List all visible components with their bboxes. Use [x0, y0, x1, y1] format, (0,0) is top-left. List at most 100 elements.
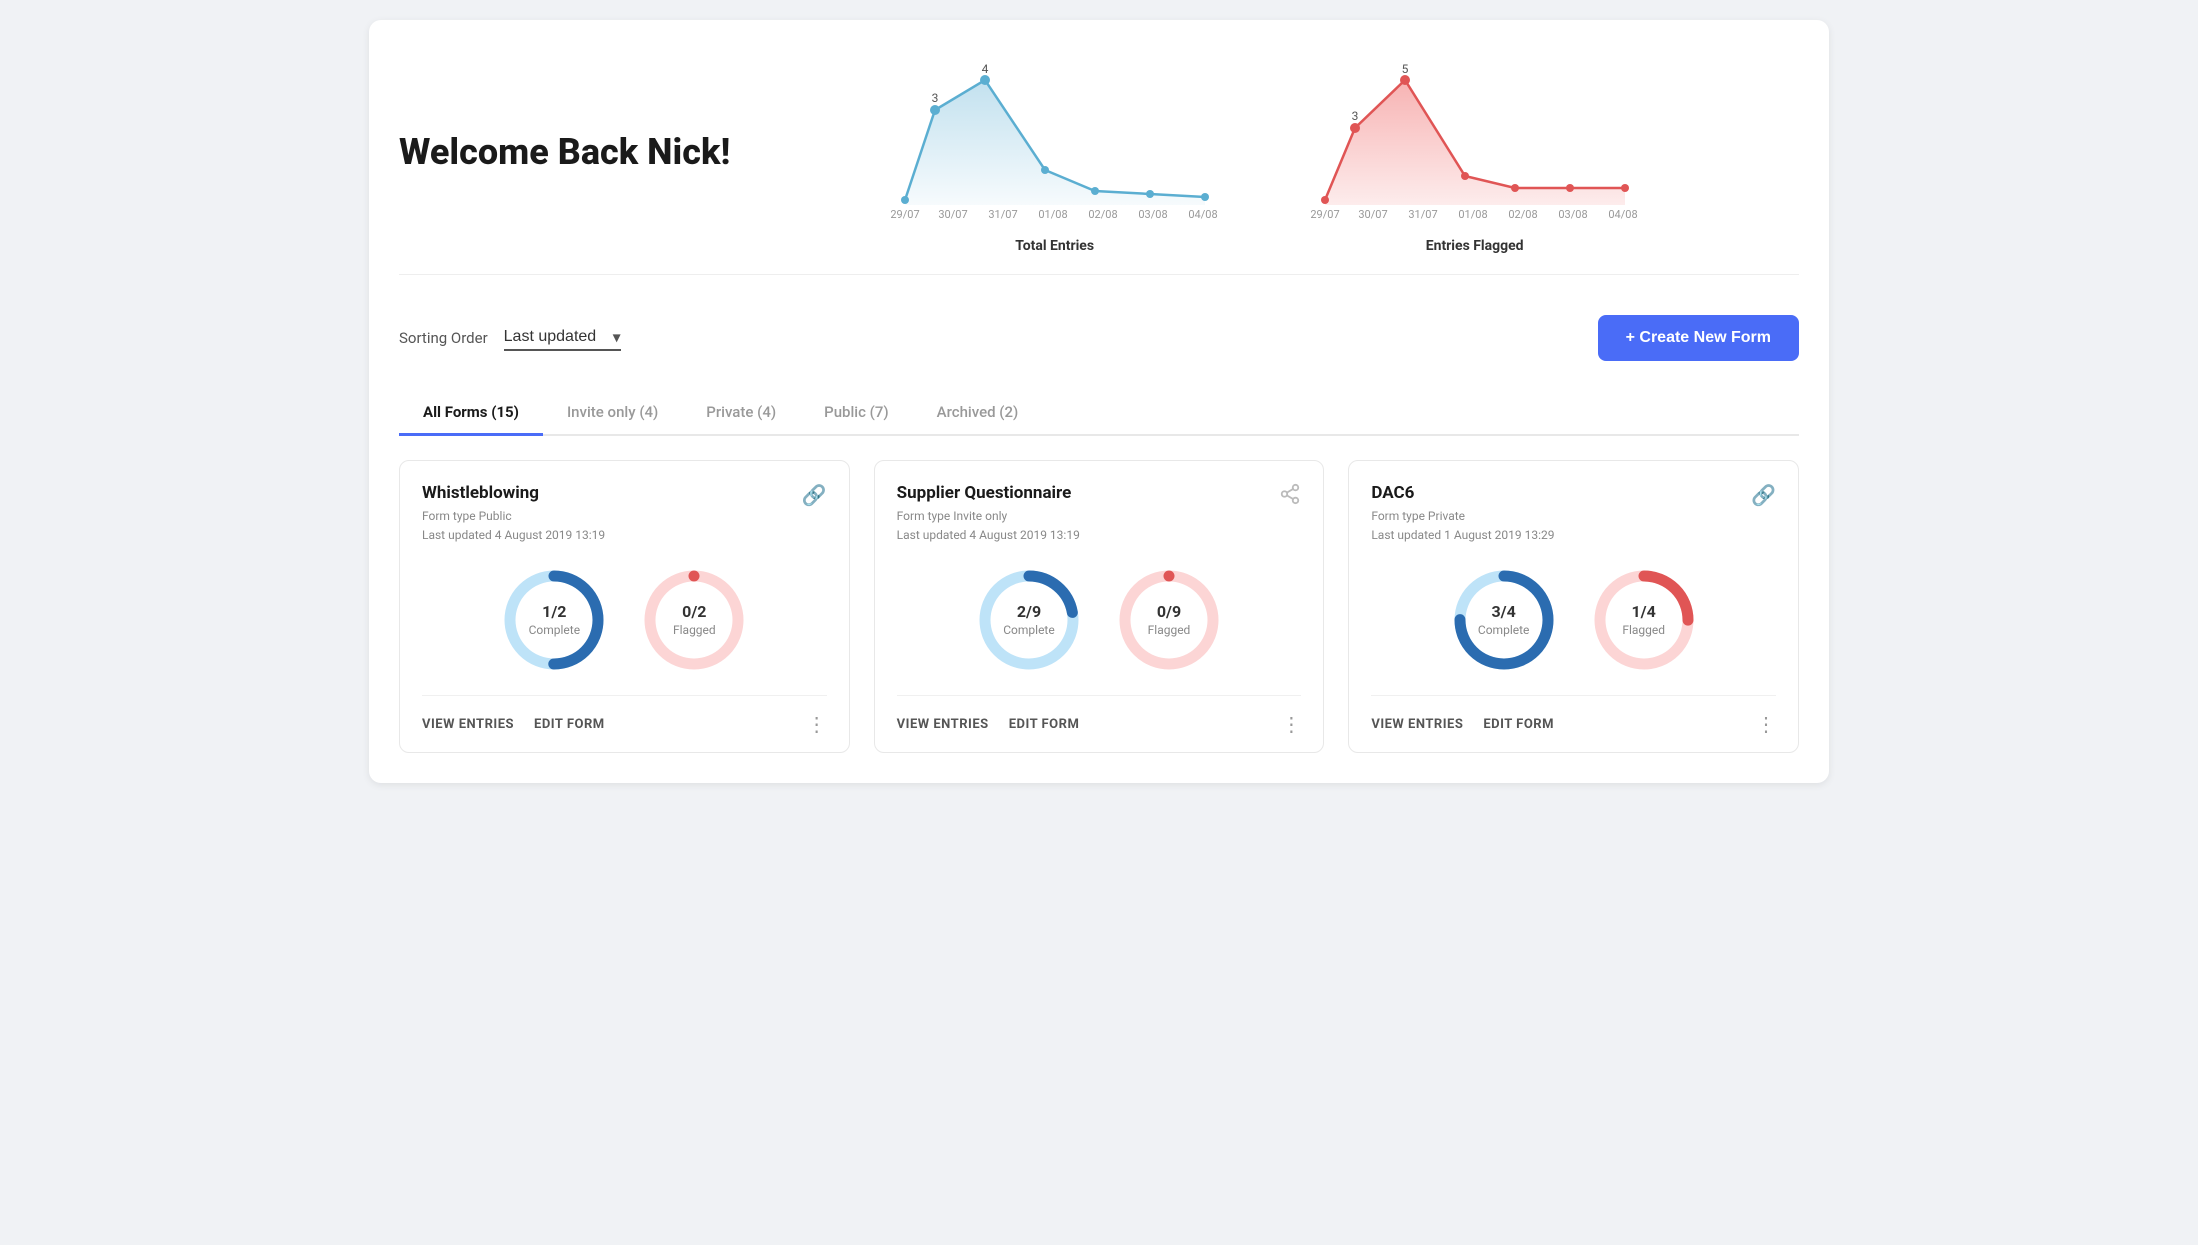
toolbar: Sorting Order Last updated Name Date cre…: [399, 305, 1799, 371]
edit-form-button[interactable]: EDIT FORM: [1009, 717, 1080, 732]
donut-container: 2/9 Complete: [974, 565, 1084, 675]
svg-text:29/07: 29/07: [890, 208, 919, 221]
svg-text:04/08: 04/08: [1188, 208, 1217, 221]
link-icon[interactable]: 🔗: [1751, 483, 1776, 507]
svg-text:02/08: 02/08: [1088, 208, 1117, 221]
donut-text: Flagged: [1148, 623, 1191, 639]
edit-form-button[interactable]: EDIT FORM: [534, 717, 605, 732]
more-options-icon[interactable]: ⋮: [1281, 712, 1301, 736]
card-info: Whistleblowing Form type PublicLast upda…: [422, 483, 605, 545]
charts-area: 3 4 29/07 30/07 31/07 01/08 02/08 03/08 …: [730, 50, 1799, 254]
svg-text:04/08: 04/08: [1608, 208, 1637, 221]
donut-text: Complete: [1003, 623, 1055, 639]
svg-text:5: 5: [1401, 62, 1408, 76]
donut-text: Flagged: [1622, 623, 1665, 639]
donut-fraction: 1/4: [1622, 602, 1665, 623]
svg-text:01/08: 01/08: [1458, 208, 1487, 221]
form-card-1: Supplier Questionnaire Form type Invite …: [874, 460, 1325, 753]
entries-flagged-label: Entries Flagged: [1426, 238, 1524, 254]
card-meta: Form type PublicLast updated 4 August 20…: [422, 507, 605, 545]
sort-select-wrapper[interactable]: Last updated Name Date created ▾: [504, 326, 621, 351]
create-form-button[interactable]: + Create New Form: [1598, 315, 1799, 361]
more-options-icon[interactable]: ⋮: [807, 712, 827, 736]
svg-text:01/08: 01/08: [1038, 208, 1067, 221]
main-container: Welcome Back Nick!: [369, 20, 1829, 783]
card-info: DAC6 Form type PrivateLast updated 1 Aug…: [1371, 483, 1554, 545]
svg-text:30/07: 30/07: [938, 208, 967, 221]
donut-wrapper: 1/2 Complete: [499, 565, 609, 675]
total-entries-chart: 3 4 29/07 30/07 31/07 01/08 02/08 03/08 …: [885, 50, 1225, 254]
donut-container: 0/9 Flagged: [1114, 565, 1224, 675]
svg-text:02/08: 02/08: [1508, 208, 1537, 221]
cards-grid: Whistleblowing Form type PublicLast upda…: [399, 460, 1799, 753]
donut-container: 1/4 Flagged: [1589, 565, 1699, 675]
card-charts: 3/4 Complete 1/4 Flagged: [1371, 565, 1776, 675]
header-section: Welcome Back Nick!: [399, 50, 1799, 275]
svg-text:31/07: 31/07: [988, 208, 1017, 221]
donut-fraction: 2/9: [1003, 602, 1055, 623]
donut-wrapper: 2/9 Complete: [974, 565, 1084, 675]
total-entries-label: Total Entries: [1015, 238, 1094, 254]
card-title: DAC6: [1371, 483, 1554, 503]
donut-container: 3/4 Complete: [1449, 565, 1559, 675]
link-icon[interactable]: 🔗: [802, 483, 827, 507]
card-header: DAC6 Form type PrivateLast updated 1 Aug…: [1371, 483, 1776, 545]
svg-text:03/08: 03/08: [1138, 208, 1167, 221]
donut-wrapper: 0/9 Flagged: [1114, 565, 1224, 675]
tabs-bar: All Forms (15) Invite only (4) Private (…: [399, 391, 1799, 436]
donut-text: Complete: [529, 623, 581, 639]
tab-invite-only[interactable]: Invite only (4): [543, 391, 682, 436]
tab-all-forms[interactable]: All Forms (15): [399, 391, 543, 436]
welcome-heading: Welcome Back Nick!: [399, 131, 730, 173]
donut-label: 1/2 Complete: [529, 602, 581, 638]
card-header: Supplier Questionnaire Form type Invite …: [897, 483, 1302, 545]
donut-container: 1/2 Complete: [499, 565, 609, 675]
donut-fraction: 3/4: [1478, 602, 1530, 623]
card-title: Supplier Questionnaire: [897, 483, 1080, 503]
card-title: Whistleblowing: [422, 483, 605, 503]
tab-archived[interactable]: Archived (2): [913, 391, 1043, 436]
tab-private[interactable]: Private (4): [682, 391, 800, 436]
tab-public[interactable]: Public (7): [800, 391, 913, 436]
donut-container: 0/2 Flagged: [639, 565, 749, 675]
svg-text:3: 3: [931, 91, 938, 105]
donut-label: 0/9 Flagged: [1148, 602, 1191, 638]
donut-label: 3/4 Complete: [1478, 602, 1530, 638]
view-entries-button[interactable]: VIEW ENTRIES: [422, 717, 514, 732]
view-entries-button[interactable]: VIEW ENTRIES: [1371, 717, 1463, 732]
entries-flagged-chart: 3 5 29/07 30/07 31/07 01/08 02/08 03/08 …: [1305, 50, 1645, 254]
donut-label: 2/9 Complete: [1003, 602, 1055, 638]
card-info: Supplier Questionnaire Form type Invite …: [897, 483, 1080, 545]
view-entries-button[interactable]: VIEW ENTRIES: [897, 717, 989, 732]
card-header: Whistleblowing Form type PublicLast upda…: [422, 483, 827, 545]
donut-wrapper: 1/4 Flagged: [1589, 565, 1699, 675]
donut-wrapper: 0/2 Flagged: [639, 565, 749, 675]
card-charts: 1/2 Complete 0/2 Flagged: [422, 565, 827, 675]
donut-wrapper: 3/4 Complete: [1449, 565, 1559, 675]
card-footer: VIEW ENTRIES EDIT FORM ⋮: [1371, 695, 1776, 752]
sort-label: Sorting Order: [399, 329, 488, 347]
footer-actions: VIEW ENTRIES EDIT FORM: [422, 717, 605, 732]
total-entries-svg: 3 4 29/07 30/07 31/07 01/08 02/08 03/08 …: [885, 50, 1225, 230]
svg-text:31/07: 31/07: [1408, 208, 1437, 221]
svg-text:3: 3: [1351, 109, 1358, 123]
svg-text:29/07: 29/07: [1310, 208, 1339, 221]
sort-area: Sorting Order Last updated Name Date cre…: [399, 326, 621, 351]
donut-fraction: 0/2: [673, 602, 716, 623]
form-card-0: Whistleblowing Form type PublicLast upda…: [399, 460, 850, 753]
edit-form-button[interactable]: EDIT FORM: [1483, 717, 1554, 732]
donut-text: Flagged: [673, 623, 716, 639]
footer-actions: VIEW ENTRIES EDIT FORM: [897, 717, 1080, 732]
entries-flagged-svg: 3 5 29/07 30/07 31/07 01/08 02/08 03/08 …: [1305, 50, 1645, 230]
card-meta: Form type PrivateLast updated 1 August 2…: [1371, 507, 1554, 545]
sort-select[interactable]: Last updated Name Date created: [504, 328, 621, 345]
donut-fraction: 0/9: [1148, 602, 1191, 623]
donut-label: 1/4 Flagged: [1622, 602, 1665, 638]
card-meta: Form type Invite onlyLast updated 4 Augu…: [897, 507, 1080, 545]
svg-text:03/08: 03/08: [1558, 208, 1587, 221]
share-icon[interactable]: [1279, 483, 1301, 510]
more-options-icon[interactable]: ⋮: [1756, 712, 1776, 736]
card-footer: VIEW ENTRIES EDIT FORM ⋮: [897, 695, 1302, 752]
footer-actions: VIEW ENTRIES EDIT FORM: [1371, 717, 1554, 732]
card-charts: 2/9 Complete 0/9 Flagged: [897, 565, 1302, 675]
